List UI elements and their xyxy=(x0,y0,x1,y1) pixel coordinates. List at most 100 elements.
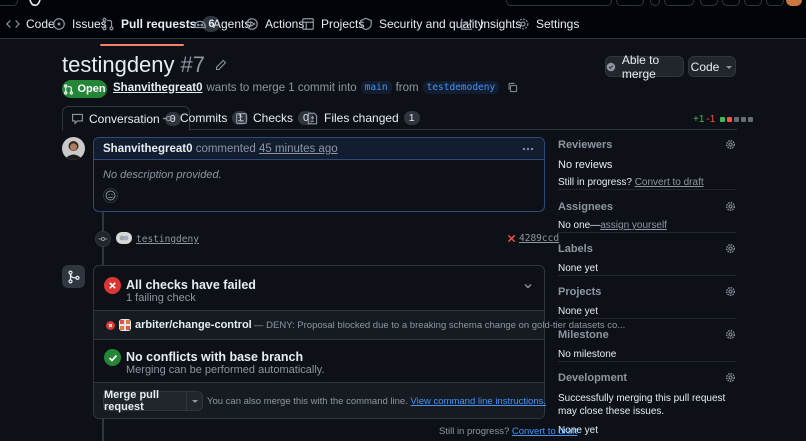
check-app-avatar xyxy=(119,319,131,331)
checklist-icon xyxy=(236,112,247,124)
top-stub[interactable] xyxy=(700,0,718,6)
code-icon xyxy=(6,19,20,28)
pencil-icon xyxy=(215,59,227,71)
nav-code[interactable]: Code xyxy=(6,8,55,39)
copy-branch-button[interactable] xyxy=(507,82,518,93)
commit-message[interactable]: testingdeny xyxy=(136,234,199,245)
assignees-settings-button[interactable] xyxy=(725,201,736,212)
timeline-line xyxy=(102,419,104,441)
comment-author-avatar[interactable] xyxy=(62,137,85,160)
command-line-instructions-link[interactable]: View command line instructions. xyxy=(410,396,546,407)
add-reaction-button[interactable] xyxy=(103,188,118,203)
pr-title-text: testingdeny xyxy=(62,52,175,77)
pr-title: testingdeny #7 xyxy=(62,52,227,78)
edit-title-button[interactable] xyxy=(215,59,227,71)
nav-settings[interactable]: Settings xyxy=(516,8,579,39)
pr-author-link[interactable]: Shanvithegreat0 xyxy=(113,82,202,94)
pr-meta-text: wants to merge 1 commit into xyxy=(206,81,357,94)
top-stub xyxy=(0,0,18,6)
nav-actions[interactable]: Actions xyxy=(245,8,304,39)
check-circle-icon xyxy=(606,62,616,71)
merge-status-icon xyxy=(62,265,85,288)
nav-agents[interactable]: Agents xyxy=(193,8,250,39)
comment-options-button[interactable] xyxy=(522,143,534,155)
nav-pull-requests-label: Pull requests xyxy=(121,16,197,31)
reviewers-title: Reviewers xyxy=(558,139,613,151)
top-stub[interactable] xyxy=(766,0,784,6)
head-branch[interactable]: testdemodeny xyxy=(422,81,500,94)
pr-state-badge: Open xyxy=(62,80,107,98)
diffstat-block xyxy=(748,117,754,122)
top-search-stub[interactable] xyxy=(506,0,612,6)
table-icon xyxy=(302,17,314,30)
check-icon xyxy=(108,354,117,362)
checks-expand-button[interactable] xyxy=(523,281,533,291)
commit-author-avatar[interactable] xyxy=(116,232,132,244)
commit-status[interactable]: 4289ccd xyxy=(507,233,559,244)
sidebar-labels: Labels None yet xyxy=(558,243,736,274)
code-button-label: Code xyxy=(690,59,720,74)
projects-settings-button[interactable] xyxy=(725,286,736,297)
tab-files-changed-count: 1 xyxy=(403,111,420,125)
gear-icon xyxy=(726,140,735,149)
tab-checks[interactable]: Checks 0 xyxy=(235,106,314,130)
merge-pull-request-button[interactable]: Merge pull request xyxy=(103,389,187,413)
top-stub[interactable] xyxy=(744,0,762,6)
base-branch[interactable]: main xyxy=(360,81,392,94)
smiley-icon xyxy=(105,190,116,201)
top-stub[interactable] xyxy=(722,0,740,6)
pr-state-label: Open xyxy=(77,83,106,95)
top-stub[interactable] xyxy=(664,0,694,6)
assignees-title: Assignees xyxy=(558,201,614,213)
merge-options-button[interactable] xyxy=(186,391,203,411)
x-icon xyxy=(507,234,516,243)
tab-files-changed-label: Files changed xyxy=(324,111,399,125)
nav-code-label: Code xyxy=(26,16,55,31)
code-dropdown-button[interactable]: Code xyxy=(688,56,736,77)
checks-failed-icon xyxy=(104,277,121,294)
gear-icon xyxy=(726,287,735,296)
no-conflicts-icon xyxy=(104,349,121,366)
file-diff-icon xyxy=(307,112,318,124)
footer-draft: Still in progress? Convert to draft xyxy=(439,426,577,437)
footer-text: Still in progress? xyxy=(439,426,510,437)
nav-projects[interactable]: Projects xyxy=(301,8,364,39)
copy-icon xyxy=(508,82,518,93)
sidebar-convert-to-draft-link[interactable]: Convert to draft xyxy=(635,177,704,188)
projects-value: None yet xyxy=(558,306,599,317)
merge-box: All checks have failed 1 failing check a… xyxy=(93,265,625,419)
user-avatar[interactable] xyxy=(786,0,802,6)
tab-conversation-label: Conversation xyxy=(89,111,160,126)
conflicts-subtitle: Merging can be performed automatically. xyxy=(126,364,325,376)
able-to-merge-button[interactable]: Able to merge xyxy=(605,53,684,81)
nav-issues[interactable]: Issues xyxy=(52,8,107,39)
checks-title: All checks have failed xyxy=(126,278,256,292)
tab-commits-label: Commits xyxy=(180,111,228,125)
development-extra: None yet xyxy=(558,425,599,436)
development-value: Successfully merging this pull request m… xyxy=(558,393,726,417)
commit-node xyxy=(95,231,111,247)
assign-yourself-link[interactable]: assign yourself xyxy=(600,220,667,231)
development-settings-button[interactable] xyxy=(725,372,736,383)
merge-actions: Merge pull request You can also merge th… xyxy=(94,383,546,418)
nav-projects-label: Projects xyxy=(321,16,365,31)
repo-nav: Code Issues Pull requests 6 Agents Actio… xyxy=(0,8,806,46)
top-stub[interactable] xyxy=(650,0,660,6)
reviewers-settings-button[interactable] xyxy=(725,139,736,150)
divider xyxy=(558,232,736,233)
tab-files-changed[interactable]: Files changed 1 xyxy=(306,106,420,130)
milestone-settings-button[interactable] xyxy=(725,329,736,340)
diffstat: +1 -1 xyxy=(693,114,754,125)
check-row[interactable]: arbiter/change-control — DENY: Proposal … xyxy=(94,311,625,339)
comment-header: Shanvithegreat0 commented 45 minutes ago xyxy=(94,138,544,160)
nav-insights[interactable]: Insights xyxy=(460,8,521,39)
commit-sha[interactable]: 4289ccd xyxy=(519,233,559,244)
comment-author[interactable]: Shanvithegreat0 xyxy=(103,143,192,155)
divider xyxy=(558,275,736,276)
top-stub[interactable] xyxy=(616,0,644,6)
assignees-value: No one— xyxy=(558,220,601,231)
labels-settings-button[interactable] xyxy=(725,243,736,254)
chevron-down-icon xyxy=(524,284,532,289)
conflicts-title: No conflicts with base branch xyxy=(126,350,304,364)
comment-time[interactable]: 45 minutes ago xyxy=(259,143,338,155)
